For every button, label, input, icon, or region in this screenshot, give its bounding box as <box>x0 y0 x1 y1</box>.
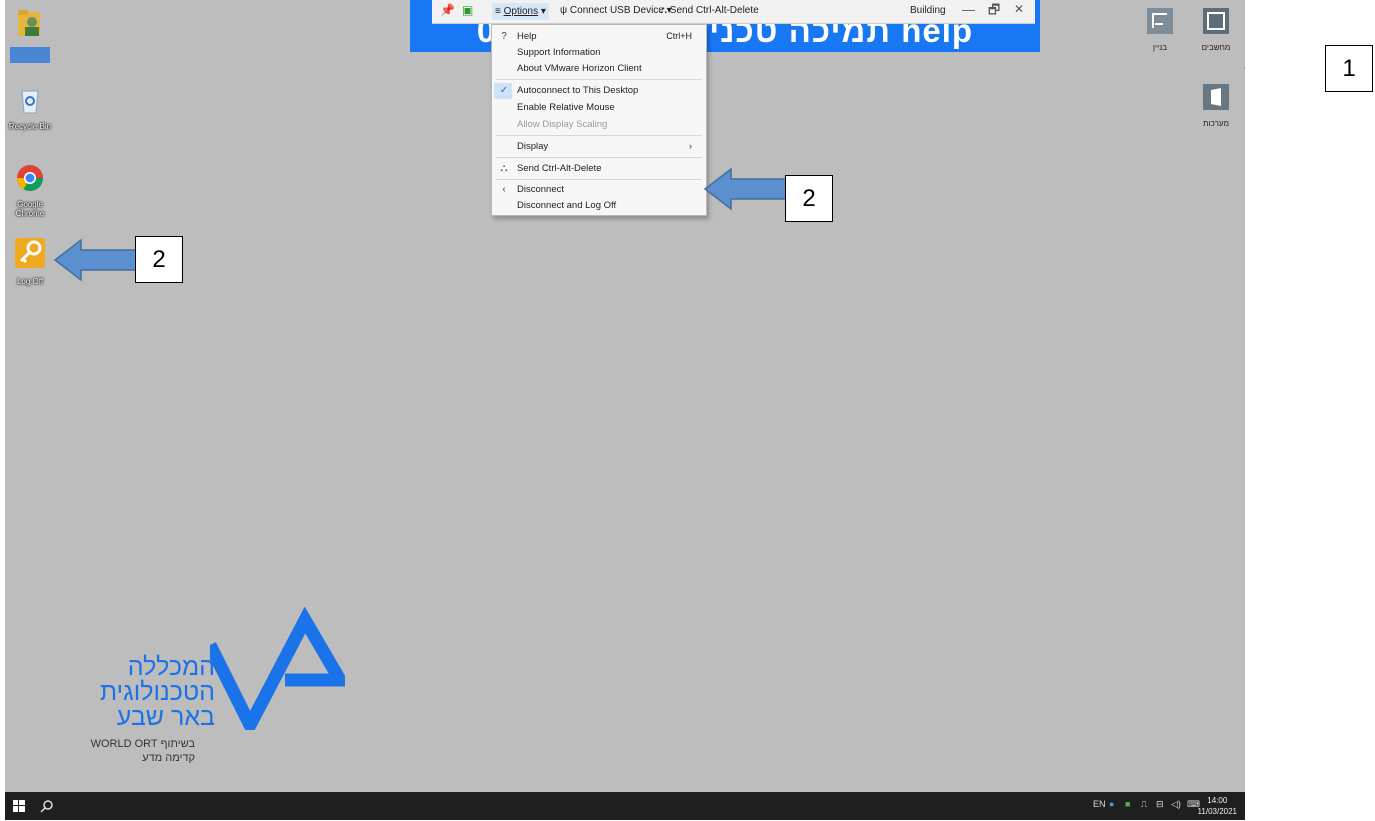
logo-line-2: הטכנולוגית <box>99 678 215 706</box>
menu-separator <box>496 135 702 136</box>
office-icon <box>1203 84 1229 110</box>
menu-item-disconnect[interactable]: Disconnect <box>517 184 564 195</box>
desktop-icon-recycle-bin[interactable]: Recycle Bin <box>5 85 55 131</box>
building-plan-icon <box>1203 8 1229 34</box>
recycle-bin-label: Recycle Bin <box>8 122 52 131</box>
options-label: Options <box>503 6 539 17</box>
taskbar: EN ● ■ ⎍ ⊟ ◁) ⌨ 14:00 11/03/2021 <box>5 792 1245 820</box>
network-icon: ⛬ <box>500 163 508 174</box>
callout-number: 1 <box>1325 45 1373 92</box>
minimize-button[interactable]: — <box>962 2 975 17</box>
menu-item-relative-mouse[interactable]: Enable Relative Mouse <box>517 102 615 113</box>
usb-label: Connect USB Device <box>569 5 664 16</box>
pin-icon[interactable]: 📌 <box>440 3 455 17</box>
chevron-right-icon: › <box>689 141 692 151</box>
key-icon <box>15 238 45 268</box>
callout-number: 2 <box>785 175 833 222</box>
recycle-bin-icon <box>21 90 39 114</box>
crane-icon <box>1147 8 1173 34</box>
send-cad-button[interactable]: ⛬ Send Ctrl-Alt-Delete <box>660 5 759 16</box>
college-logo-icon <box>210 606 345 730</box>
horizon-toolbar: 📌 ▣ ≡ Options ▾ ψ Connect USB Device ▾ ⛬… <box>432 0 1035 24</box>
options-dropdown-menu: ? Help Ctrl+H Support Information About … <box>491 24 707 216</box>
user-folder-label <box>10 47 50 63</box>
windows-start-icon[interactable] <box>13 800 25 812</box>
menu-item-about[interactable]: About VMware Horizon Client <box>517 63 642 74</box>
desktop: תמיכה טכנית: 08-6462254 help 📌 ▣ ≡ Optio… <box>5 0 1245 792</box>
network-tray-icon[interactable]: ⊟ <box>1156 799 1164 810</box>
usb-tray-icon[interactable]: ⎍ <box>1141 799 1147 810</box>
help-icon: ? <box>501 31 507 42</box>
desktop-icon-computers[interactable]: מחשבים <box>1191 6 1241 52</box>
desktop-icon-user-folder[interactable] <box>5 6 55 63</box>
desktop-icon-chrome[interactable]: Google Chrome <box>5 163 55 218</box>
connect-usb-button[interactable]: ψ Connect USB Device ▾ <box>560 5 672 16</box>
desktop-icon-building[interactable]: בניין <box>1135 6 1185 52</box>
computers-label: מחשבים <box>1201 43 1231 52</box>
search-icon[interactable] <box>40 799 54 813</box>
close-button[interactable]: ✕ <box>1014 2 1024 16</box>
window-title: Building <box>910 5 946 16</box>
menu-item-display-scaling: Allow Display Scaling <box>517 119 608 130</box>
menu-item-help[interactable]: Help <box>517 31 537 42</box>
menu-item-display[interactable]: Display <box>517 141 548 152</box>
logo-line-3: באר שבע <box>116 703 215 731</box>
building-label: בניין <box>1152 43 1168 52</box>
menu-item-autoconnect[interactable]: Autoconnect to This Desktop <box>517 85 638 96</box>
arrow-left-icon <box>703 167 788 211</box>
horizon-tray-icon[interactable]: ● <box>1109 799 1114 809</box>
cad-label: Send Ctrl-Alt-Delete <box>669 5 759 16</box>
menu-item-disconnect-logoff[interactable]: Disconnect and Log Off <box>517 200 616 211</box>
logo-line-1: המכללה <box>127 653 215 681</box>
clock-date: 11/03/2021 <box>1197 807 1237 816</box>
systems-label: מערכות <box>1203 119 1229 128</box>
options-menu-button[interactable]: ≡ Options ▾ <box>492 3 549 20</box>
chrome-label: Google Chrome <box>15 200 45 218</box>
menu-separator <box>496 79 702 80</box>
clock[interactable]: 14:00 11/03/2021 <box>1198 795 1237 817</box>
logo-sub-2: קדימה מדע <box>142 752 195 764</box>
language-indicator[interactable]: EN <box>1093 799 1106 809</box>
menu-separator <box>496 179 702 180</box>
callout-number: 2 <box>135 236 183 283</box>
disconnect-icon: ‹ <box>502 184 506 195</box>
user-folder-icon <box>18 10 40 36</box>
monitor-icon[interactable]: ▣ <box>462 3 473 17</box>
menu-item-support-information[interactable]: Support Information <box>517 47 600 58</box>
desktop-icon-log-off[interactable]: Log Off <box>5 236 55 286</box>
menu-separator <box>496 157 702 158</box>
menu-item-send-cad[interactable]: Send Ctrl-Alt-Delete <box>517 163 601 174</box>
chrome-icon <box>16 165 44 192</box>
log-off-label: Log Off <box>16 277 44 286</box>
clock-time: 14:00 <box>1207 796 1228 805</box>
checkmark-icon: ✓ <box>499 85 509 96</box>
logo-sub-1: בשיתוף WORLD ORT <box>90 738 195 750</box>
arrow-left-icon <box>53 238 138 282</box>
arrow-left-icon <box>1243 66 1245 70</box>
help-shortcut: Ctrl+H <box>666 31 692 41</box>
desktop-icon-systems[interactable]: מערכות <box>1191 82 1241 128</box>
nvidia-tray-icon[interactable]: ■ <box>1125 799 1130 809</box>
volume-icon[interactable]: ◁) <box>1171 799 1181 810</box>
restore-button[interactable]: 🗗 <box>988 1 1000 23</box>
